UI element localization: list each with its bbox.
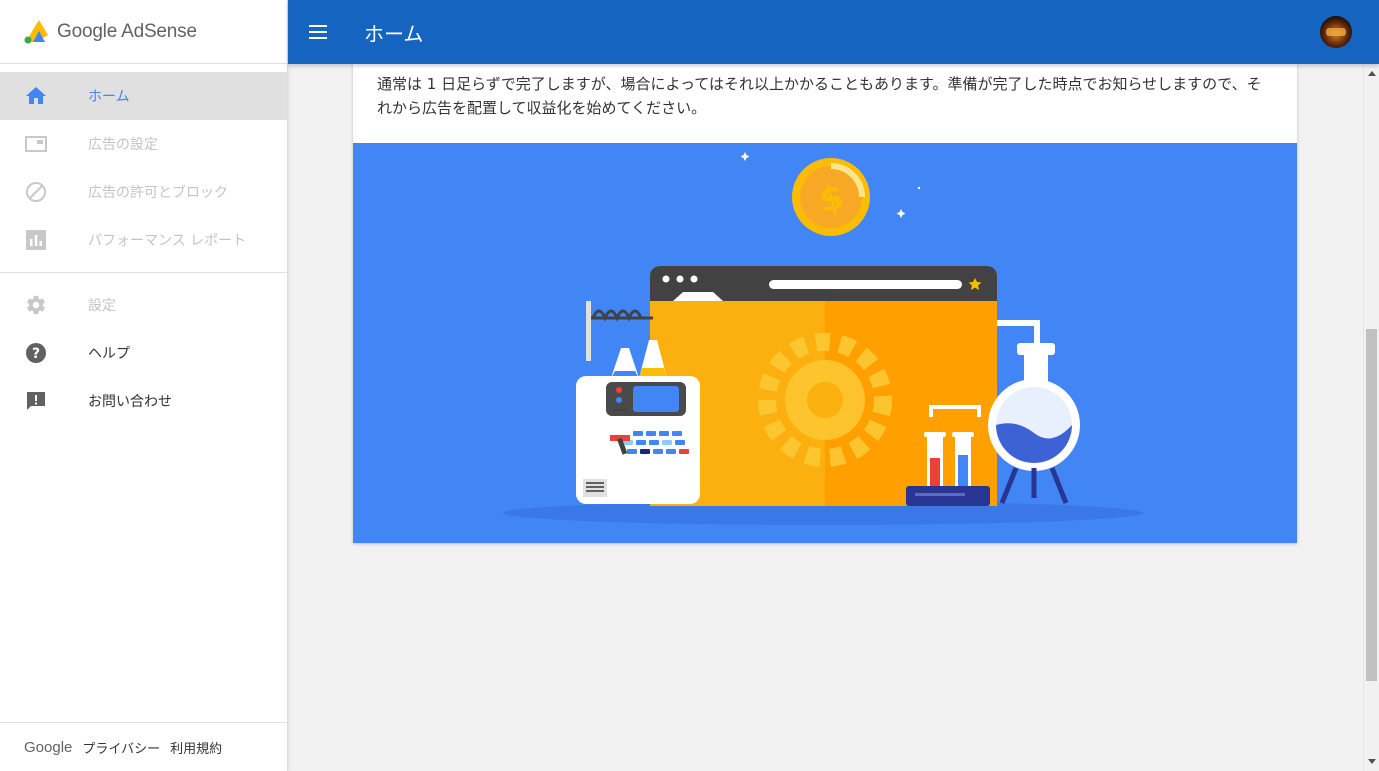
sidebar-item-label: ヘルプ (88, 346, 130, 362)
google-footer-logo: Google (24, 738, 73, 756)
page-title: ホーム (364, 21, 424, 46)
sidebar-item-contact[interactable]: お問い合わせ (0, 377, 287, 425)
privacy-link[interactable]: プライバシー (82, 738, 160, 757)
user-avatar[interactable] (1320, 16, 1352, 48)
sidebar-item-label: 広告の設定 (88, 137, 158, 153)
nav-divider (0, 272, 287, 273)
scroll-down-arrow-icon[interactable] (1368, 759, 1376, 764)
sidebar: Google AdSense ホーム 広告の設定 広告の許可とブロック パフォー… (0, 0, 288, 771)
sidebar-item-help[interactable]: ? ヘルプ (0, 329, 287, 377)
status-message: 通常は 1 日足らずで完了しますが、場合によってはそれ以上かかることもあります。… (377, 75, 1262, 117)
sidebar-item-performance-reports[interactable]: パフォーマンス レポート (0, 216, 287, 264)
sidebar-item-label: ホーム (88, 89, 130, 105)
main-content: 通常は 1 日足らずで完了しますが、場合によってはそれ以上かかることもあります。… (288, 64, 1363, 771)
adsense-logo-icon (24, 19, 50, 44)
block-icon (24, 180, 48, 204)
home-icon (24, 84, 48, 108)
sidebar-nav: ホーム 広告の設定 広告の許可とブロック パフォーマンス レポート 設定 ? ヘ… (0, 64, 287, 425)
sidebar-item-label: 広告の許可とブロック (88, 185, 228, 201)
ad-unit-icon (24, 132, 48, 156)
gear-icon (24, 293, 48, 317)
lab-setup-illustration: $ (353, 143, 1297, 543)
sidebar-item-settings[interactable]: 設定 (0, 281, 287, 329)
terms-link[interactable]: 利用規約 (170, 738, 222, 757)
bar-chart-icon (24, 228, 48, 252)
status-card: 通常は 1 日足らずで完了しますが、場合によってはそれ以上かかることもあります。… (353, 64, 1297, 543)
svg-text:?: ? (32, 346, 40, 362)
vertical-scrollbar[interactable] (1363, 64, 1379, 771)
sidebar-item-home[interactable]: ホーム (0, 72, 287, 120)
scrollbar-thumb[interactable] (1366, 329, 1377, 681)
sidebar-item-label: お問い合わせ (88, 394, 172, 410)
hamburger-menu-icon[interactable] (309, 20, 333, 44)
feedback-icon (24, 389, 48, 413)
sidebar-item-allow-block[interactable]: 広告の許可とブロック (0, 168, 287, 216)
sidebar-item-ad-settings[interactable]: 広告の設定 (0, 120, 287, 168)
sidebar-item-label: パフォーマンス レポート (88, 233, 247, 249)
top-app-bar: ホーム (288, 0, 1379, 64)
sidebar-footer: Google プライバシー 利用規約 (0, 722, 287, 771)
logo[interactable]: Google AdSense (0, 0, 287, 64)
scroll-up-arrow-icon[interactable] (1368, 71, 1376, 76)
help-icon: ? (24, 341, 48, 365)
sidebar-item-label: 設定 (88, 298, 116, 314)
logo-text: Google AdSense (57, 20, 197, 42)
